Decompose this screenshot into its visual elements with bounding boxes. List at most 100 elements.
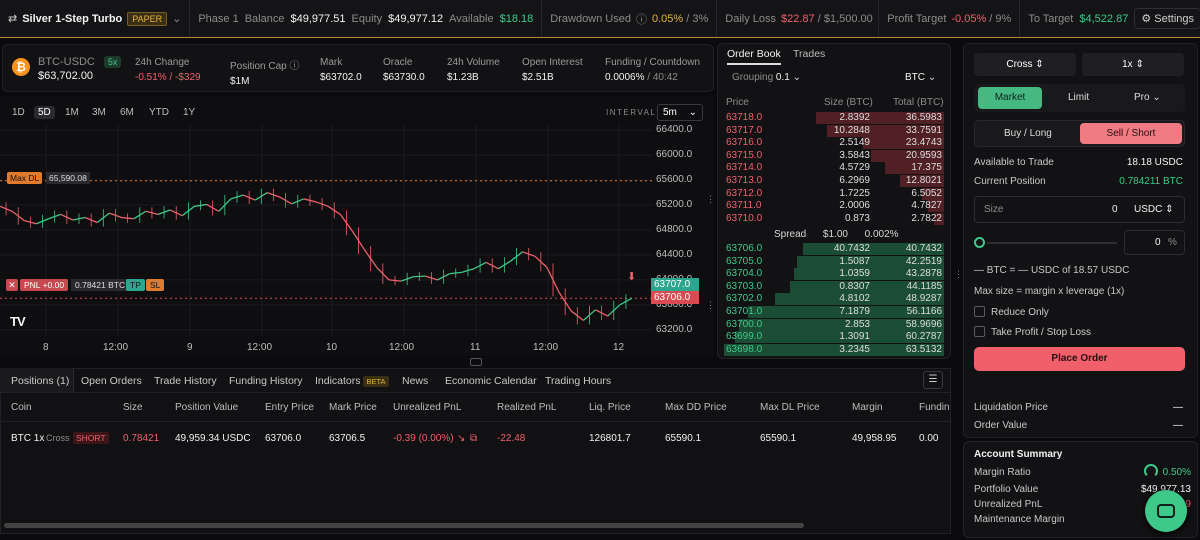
orderbook-row[interactable]: 63713.0 6.2969 12.8021 <box>724 175 944 187</box>
col-position-value: Position Value <box>175 402 239 413</box>
orderbook-row[interactable]: 63711.0 2.0006 4.7827 <box>724 200 944 213</box>
orderbook-row[interactable]: 63718.0 2.8392 36.5983 <box>724 112 944 124</box>
tab-economic-calendar[interactable]: Economic Calendar <box>445 375 537 387</box>
position-rpnl: -22.48 <box>497 433 526 444</box>
resize-handle[interactable] <box>470 358 482 366</box>
tab-trading-hours[interactable]: Trading Hours <box>545 375 611 387</box>
buy-long-button[interactable]: Buy / Long <box>1004 128 1052 139</box>
max-dl-tag: Max DL <box>7 172 43 184</box>
ob-total: 56.1166 <box>906 306 942 317</box>
x-tick-label: 10 <box>326 342 338 353</box>
orderbook-row[interactable]: 63701.0 7.1879 56.1166 <box>724 306 944 318</box>
timeframe-1y[interactable]: 1Y <box>183 107 195 118</box>
timeframe-5d[interactable]: 5D <box>34 106 55 119</box>
drag-handle[interactable]: ⋮ <box>706 194 715 205</box>
ob-size: 1.3091 <box>839 331 870 343</box>
orderbook-row[interactable]: 63703.0 0.8307 44.1185 <box>724 280 944 293</box>
drawdown-label: Drawdown Used <box>550 12 631 25</box>
size-unit-select[interactable]: USDC ⇕ <box>1134 204 1174 215</box>
filter-icon[interactable]: ☰ <box>923 371 943 389</box>
tab-limit[interactable]: Limit <box>1068 92 1089 103</box>
timeframe-ytd[interactable]: YTD <box>149 107 169 118</box>
tab-pro-label: Pro <box>1134 92 1150 103</box>
orderbook-row[interactable]: 63712.0 1.7225 6.5052 <box>724 187 944 200</box>
y-tick-label: 66000.0 <box>656 149 693 161</box>
price-chart[interactable] <box>0 124 652 336</box>
tab-indicators[interactable]: Indicators BETA <box>315 375 389 387</box>
orderbook-row[interactable]: 63705.0 1.5087 42.2519 <box>724 255 944 268</box>
orderbook-row[interactable]: 63715.0 3.5843 20.9593 <box>724 149 944 162</box>
available-label: Available to Trade <box>974 157 1054 168</box>
drag-handle[interactable]: ⋮ <box>954 269 963 280</box>
orderbook-row[interactable]: 63702.0 4.8102 48.9287 <box>724 293 944 306</box>
tab-positions[interactable]: Positions (1) <box>11 375 69 387</box>
asset-select[interactable]: BTC ⌄ <box>905 72 936 83</box>
orderbook-row[interactable]: 63716.0 2.5149 23.4743 <box>724 137 944 150</box>
settings-button[interactable]: ⚙ Settings <box>1134 8 1200 29</box>
orderbook-row[interactable]: 63714.0 4.5729 17.375 <box>724 162 944 175</box>
leverage-value: 1x <box>1122 59 1133 70</box>
col-funding: Funding <box>919 402 950 413</box>
symbol-selector[interactable]: BTC-USDC 5x <box>38 56 122 68</box>
arrow-down-icon: ⬇ <box>627 271 637 283</box>
orderbook-row[interactable]: 63700.0 2.853 58.9696 <box>724 318 944 331</box>
ob-price: 63702.0 <box>726 293 763 305</box>
summary-title: Account Summary <box>974 449 1063 460</box>
sell-short-button[interactable]: Sell / Short <box>1080 123 1182 144</box>
interval-select[interactable]: 5m ⌄ <box>657 104 703 121</box>
mark-value: $63702.0 <box>320 72 362 83</box>
tab-open-orders[interactable]: Open Orders <box>81 375 142 387</box>
available-value: $18.18 <box>499 12 534 25</box>
orderbook-row[interactable]: 63699.0 1.3091 60.2787 <box>724 331 944 344</box>
ob-size: 4.8102 <box>839 293 870 305</box>
ob-price: 63700.0 <box>726 318 763 330</box>
available-value: 18.18 USDC <box>1126 157 1183 168</box>
position-mode: Cross <box>46 433 70 443</box>
timeframe-1d[interactable]: 1D <box>12 107 25 118</box>
orderbook-row[interactable]: 63704.0 1.0359 43.2878 <box>724 268 944 281</box>
share-icon[interactable]: ⧉ <box>470 433 477 444</box>
chevron-updown-icon: ⇕ <box>1135 59 1144 70</box>
ob-size: 1.0359 <box>839 268 870 280</box>
tab-market[interactable]: Market <box>978 87 1042 109</box>
size-unit-value: USDC <box>1134 204 1163 215</box>
grouping-select[interactable]: Grouping 0.1 ⌄ <box>732 72 801 83</box>
reduce-only-checkbox[interactable] <box>974 306 985 317</box>
leverage-select[interactable]: 1x ⇕ <box>1082 53 1184 76</box>
place-order-button[interactable]: Place Order <box>974 347 1185 371</box>
tab-orderbook[interactable]: Order Book <box>727 48 781 65</box>
orderbook-row[interactable]: 63706.0 40.7432 40.7432 <box>724 243 944 255</box>
tpsl-checkbox[interactable] <box>974 326 985 337</box>
tab-trade-history[interactable]: Trade History <box>154 375 217 387</box>
close-position-icon[interactable]: ✕ <box>6 279 18 291</box>
poscap-value: $1M <box>230 76 250 87</box>
timeframe-3m[interactable]: 3M <box>92 107 106 118</box>
orderbook-row[interactable]: 63710.0 0.873 2.7822 <box>724 212 944 225</box>
tp-tag[interactable]: TP <box>126 279 145 291</box>
tab-news[interactable]: News <box>402 375 428 387</box>
slider-handle[interactable] <box>974 237 985 248</box>
orderbook-row[interactable]: 63717.0 10.2848 33.7591 <box>724 124 944 137</box>
size-slider-track[interactable] <box>987 242 1117 244</box>
asset-value: BTC <box>905 72 925 83</box>
drag-handle[interactable]: ⋮ <box>706 300 715 311</box>
margin-mode-select[interactable]: Cross ⇕ <box>974 53 1076 76</box>
percent-value: 0 <box>1155 237 1161 248</box>
horizontal-scrollbar[interactable] <box>4 523 804 528</box>
account-selector[interactable]: ⇄ Silver 1-Step Turbo PAPER ⌄ <box>0 0 191 37</box>
col-realized-pnl: Realized PnL <box>497 402 557 413</box>
tab-funding-history[interactable]: Funding History <box>229 375 303 387</box>
sl-tag[interactable]: SL <box>146 279 165 291</box>
ob-total: 4.7827 <box>911 200 942 212</box>
tab-trades[interactable]: Trades <box>793 48 825 60</box>
timeframe-6m[interactable]: 6M <box>120 107 134 118</box>
spread-value: $1.00 <box>822 229 848 240</box>
chat-button[interactable] <box>1145 490 1187 532</box>
drawdown-pct: 0.05% <box>651 12 684 25</box>
timeframe-1m[interactable]: 1M <box>65 107 79 118</box>
tab-pro[interactable]: Pro ⌄ <box>1134 92 1161 103</box>
oracle-stat: Oracle $63730.0 <box>383 57 425 83</box>
orderbook-row[interactable]: 63698.0 3.2345 63.5132 <box>724 343 944 356</box>
y-tick-label: 65600.0 <box>656 174 693 186</box>
last-price: $63,702.00 <box>38 70 94 82</box>
